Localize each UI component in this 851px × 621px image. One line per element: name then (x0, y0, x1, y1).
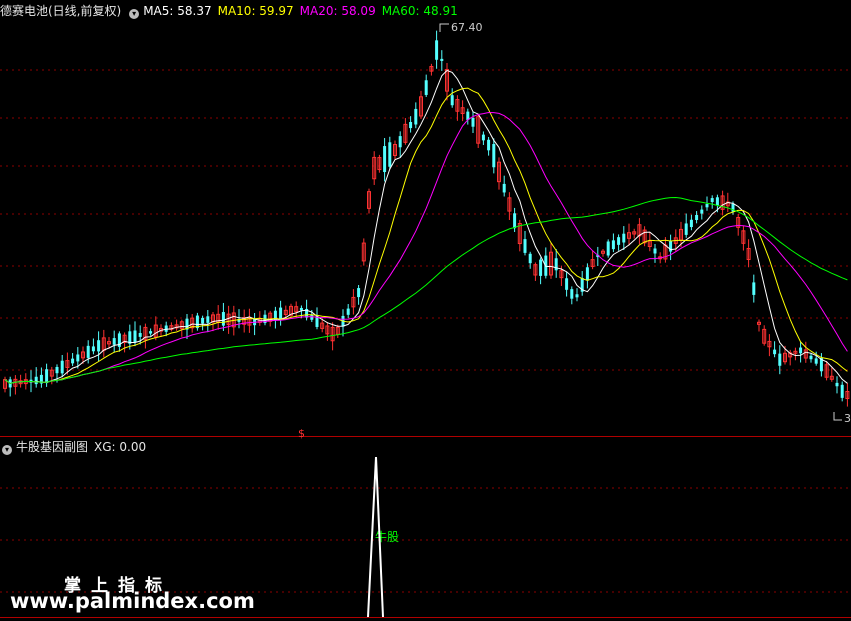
candle-body (778, 353, 782, 366)
candle-body (221, 312, 225, 326)
candle-body (34, 376, 38, 385)
candle-body (435, 40, 439, 60)
candle-body (689, 219, 693, 228)
candle-body (97, 340, 101, 352)
candle-body (45, 369, 49, 384)
candle-body (86, 345, 90, 358)
candle-body (705, 204, 709, 208)
candle-body (414, 108, 418, 125)
ma10-line (4, 87, 848, 385)
candle-body (164, 325, 168, 332)
candle-body (617, 237, 621, 245)
candle-body (513, 213, 517, 229)
candle-body (622, 233, 626, 243)
candle-body (502, 183, 506, 193)
candle-body (752, 282, 756, 295)
candle-body (471, 118, 475, 127)
candle-body (715, 197, 719, 206)
candle-body (206, 316, 210, 323)
candle-body (409, 122, 413, 129)
candle-body (71, 358, 75, 364)
candle-body (383, 146, 387, 173)
xg-value-label: XG: 0.00 (94, 440, 147, 454)
candle-body (112, 338, 116, 345)
candle-body (835, 382, 839, 387)
candle-body (424, 80, 428, 95)
candle-body (840, 384, 844, 398)
candle-body (710, 198, 714, 203)
indicator-settings-circle-icon[interactable]: ▾ (2, 445, 12, 455)
candle-body (133, 330, 137, 343)
candle-body (310, 315, 314, 320)
chart-grid (0, 69, 851, 618)
candle-body (809, 355, 813, 360)
candle-body (76, 354, 80, 362)
low-price-label: 3 (844, 412, 851, 425)
candle-body (528, 253, 532, 264)
candle-body (653, 248, 657, 254)
stock-title: 德赛电池(日线,前复权) (0, 4, 122, 18)
signal-mark: $ (298, 427, 305, 440)
candle-body (450, 95, 454, 106)
candle-body (611, 240, 615, 250)
candle-body (799, 347, 803, 354)
candle-body (91, 346, 95, 352)
candle-body (388, 142, 392, 167)
candle-body (299, 307, 303, 311)
ma5-line (4, 69, 848, 385)
candle-body (315, 316, 319, 327)
candle-body (201, 317, 205, 324)
main-chart-header: 德赛电池(日线,前复权) ▾ MA5: 58.37 MA10: 59.97 MA20: … (0, 1, 464, 21)
stock-chart[interactable]: 67.40 3 $ 牛股 (0, 0, 851, 621)
candle-body (492, 144, 496, 168)
candlesticks (3, 30, 850, 407)
indicator-title: 牛股基因副图 (16, 440, 89, 454)
settings-circle-icon[interactable]: ▾ (129, 9, 140, 19)
candle-body (357, 288, 361, 298)
candle-body (695, 214, 699, 221)
candle-body (575, 294, 579, 298)
high-marker (439, 23, 449, 32)
watermark-url: www.palmindex.com (10, 589, 255, 613)
ma10-label: MA10: 59.97 (217, 4, 294, 18)
candle-body (700, 209, 704, 214)
candle-body (440, 58, 444, 61)
candle-body (814, 358, 818, 364)
ma60-line (4, 196, 848, 385)
candle-body (481, 134, 485, 141)
candle-body (55, 366, 59, 374)
annotations: 67.40 3 $ 牛股 (298, 21, 851, 544)
low-marker (833, 412, 842, 421)
indicator-header: ▾ 牛股基因副图 XG: 0.00 (0, 437, 152, 457)
ma20-label: MA20: 58.09 (299, 4, 376, 18)
candle-body (523, 239, 527, 253)
candle-body (398, 136, 402, 148)
candle-body (487, 139, 491, 151)
ma60-label: MA60: 48.91 (381, 4, 458, 18)
candle-body (585, 267, 589, 281)
candle-body (606, 241, 610, 256)
candle-body (346, 308, 350, 315)
candle-body (539, 259, 543, 276)
ma5-label: MA5: 58.37 (143, 4, 212, 18)
candle-body (565, 278, 569, 290)
candle-body (570, 289, 574, 299)
candle-body (773, 349, 777, 355)
candle-body (138, 333, 142, 337)
high-price-label: 67.40 (451, 21, 483, 34)
candle-body (684, 223, 688, 235)
candle-body (149, 331, 153, 334)
candle-body (60, 360, 64, 374)
